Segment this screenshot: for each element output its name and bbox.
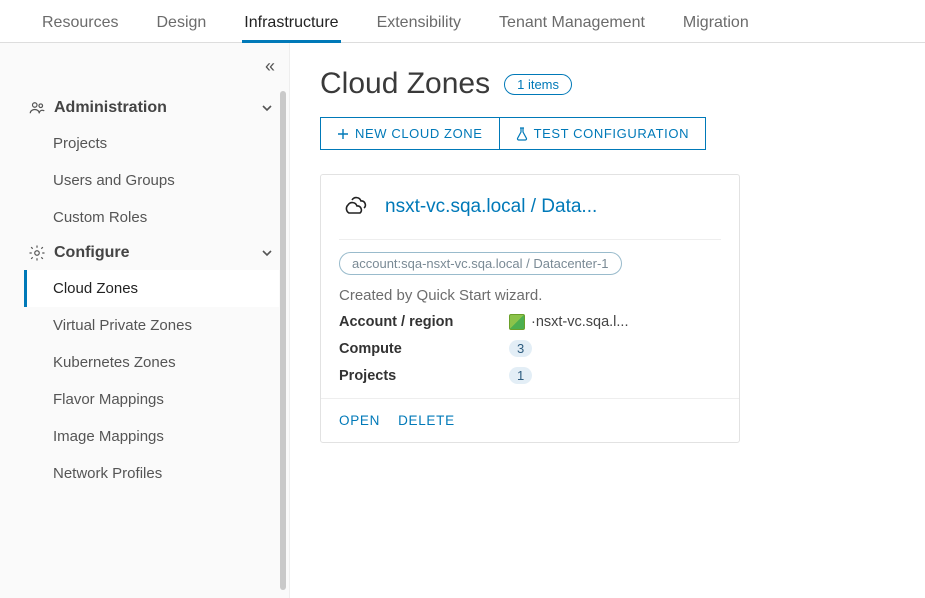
tab-extensibility[interactable]: Extensibility: [375, 10, 463, 42]
sidebar-item-custom-roles[interactable]: Custom Roles: [24, 199, 279, 236]
sidebar-item-flavor-mappings[interactable]: Flavor Mappings: [24, 381, 279, 418]
sidebar-item-network-profiles[interactable]: Network Profiles: [24, 455, 279, 492]
sidebar-scrollbar[interactable]: [280, 91, 286, 590]
item-count-badge: 1 items: [504, 74, 572, 95]
sidebar-item-virtual-private-zones[interactable]: Virtual Private Zones: [24, 307, 279, 344]
open-button[interactable]: OPEN: [339, 413, 380, 428]
tab-resources[interactable]: Resources: [40, 10, 120, 42]
sidebar-item-projects[interactable]: Projects: [24, 125, 279, 162]
cloud-zone-card: nsxt-vc.sqa.local / Data... account:sqa-…: [320, 174, 740, 443]
cloud-stack-icon: [339, 193, 375, 221]
sidebar-item-kubernetes-zones[interactable]: Kubernetes Zones: [24, 344, 279, 381]
flask-icon: [516, 127, 528, 141]
sidebar: « Administration Projects Users and Grou…: [0, 43, 290, 598]
plus-icon: [337, 128, 349, 140]
tab-tenant-management[interactable]: Tenant Management: [497, 10, 647, 42]
account-region-label: Account / region: [339, 314, 509, 330]
test-configuration-button[interactable]: TEST CONFIGURATION: [499, 118, 706, 149]
tab-migration[interactable]: Migration: [681, 10, 751, 42]
chevron-down-icon: [261, 247, 275, 259]
tab-infrastructure[interactable]: Infrastructure: [242, 10, 340, 42]
gear-icon: [28, 244, 46, 262]
main-content: Cloud Zones 1 items NEW CLOUD ZONE TEST …: [290, 43, 925, 598]
new-cloud-zone-button[interactable]: NEW CLOUD ZONE: [321, 118, 499, 149]
compute-count-badge: 3: [509, 340, 532, 357]
sidebar-section-label: Configure: [54, 244, 130, 262]
sidebar-section-label: Administration: [54, 99, 167, 117]
projects-count-badge: 1: [509, 367, 532, 384]
users-group-icon: [28, 99, 46, 117]
button-label: TEST CONFIGURATION: [534, 126, 690, 141]
sidebar-item-users-and-groups[interactable]: Users and Groups: [24, 162, 279, 199]
projects-label: Projects: [339, 368, 509, 384]
collapse-sidebar-icon[interactable]: «: [265, 56, 275, 77]
sidebar-section-configure[interactable]: Configure: [24, 236, 279, 270]
sidebar-section-administration[interactable]: Administration: [24, 91, 279, 125]
top-tabbar: Resources Design Infrastructure Extensib…: [0, 0, 925, 43]
cloud-zone-title-link[interactable]: nsxt-vc.sqa.local / Data...: [385, 196, 597, 218]
tab-design[interactable]: Design: [154, 10, 208, 42]
button-label: NEW CLOUD ZONE: [355, 126, 483, 141]
compute-label: Compute: [339, 341, 509, 357]
action-buttons: NEW CLOUD ZONE TEST CONFIGURATION: [320, 117, 706, 150]
sidebar-item-image-mappings[interactable]: Image Mappings: [24, 418, 279, 455]
sidebar-item-cloud-zones[interactable]: Cloud Zones: [24, 270, 279, 307]
account-tag: account:sqa-nsxt-vc.sqa.local / Datacent…: [339, 252, 622, 275]
vsphere-icon: [509, 314, 525, 330]
delete-button[interactable]: DELETE: [398, 413, 455, 428]
divider: [339, 239, 721, 240]
chevron-down-icon: [261, 102, 275, 114]
card-description: Created by Quick Start wizard.: [339, 287, 721, 304]
page-title: Cloud Zones: [320, 67, 490, 101]
account-region-value: ·nsxt-vc.sqa.l...: [531, 314, 629, 330]
